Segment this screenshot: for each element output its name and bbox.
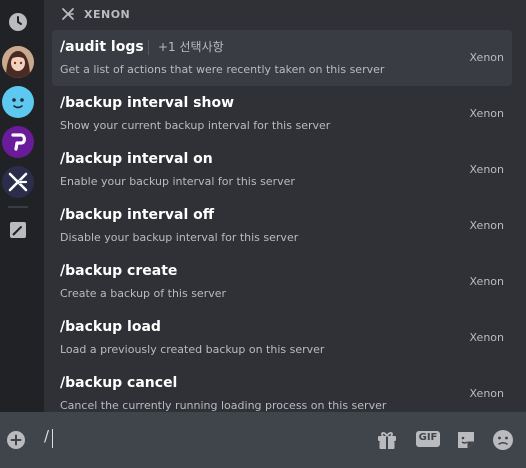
command-name: /backup cancel <box>60 375 178 391</box>
add-attachment-plus-icon[interactable] <box>6 430 26 450</box>
command-name: /backup interval on <box>60 151 213 167</box>
command-item-backup-cancel[interactable]: /backup cancel Cancel the currently runn… <box>52 366 512 412</box>
bot-name-label: XENON <box>84 7 131 21</box>
command-description: Load a previously created backup on this… <box>60 343 325 356</box>
command-bot-name: Xenon <box>469 219 504 232</box>
command-name: /backup create <box>60 263 178 279</box>
emoji-icon[interactable] <box>491 428 515 452</box>
server-avatar-smiley[interactable] <box>2 86 34 118</box>
command-bot-name: Xenon <box>469 331 504 344</box>
command-bot-name: Xenon <box>469 51 504 64</box>
xenon-small-icon <box>60 6 76 22</box>
server-avatar-anime[interactable] <box>2 46 34 78</box>
command-autocomplete-panel: XENON /audit logs +1 선택사항 Get a list of … <box>44 0 526 412</box>
message-input[interactable]: / <box>44 427 49 445</box>
message-input-bar <box>0 412 526 468</box>
command-description: Enable your backup interval for this ser… <box>60 175 295 188</box>
rail-separator <box>8 206 28 208</box>
command-category-rail <box>0 0 44 412</box>
gif-label: GIF <box>418 432 438 443</box>
command-description: Disable your backup interval for this se… <box>60 231 299 244</box>
command-name: /backup interval off <box>60 207 215 223</box>
command-description: Cancel the currently running loading pro… <box>60 399 387 412</box>
command-name: /audit logs <box>60 39 144 55</box>
gift-icon[interactable] <box>376 429 398 451</box>
server-avatar-p-logo[interactable] <box>2 126 34 158</box>
command-item-backup-interval-show[interactable]: /backup interval show Show your current … <box>52 86 512 142</box>
gif-button[interactable]: GIF <box>415 429 441 449</box>
command-item-backup-create[interactable]: /backup create Create a backup of this s… <box>52 254 512 310</box>
command-description: Create a backup of this server <box>60 287 227 300</box>
command-name: /backup interval show <box>60 95 235 111</box>
command-item-backup-interval-on[interactable]: /backup interval on Enable your backup i… <box>52 142 512 198</box>
command-item-backup-load[interactable]: /backup load Load a previously created b… <box>52 310 512 366</box>
command-bot-name: Xenon <box>469 387 504 400</box>
command-optional-count: +1 선택사항 <box>148 40 224 55</box>
text-caret <box>52 429 53 448</box>
command-description: Get a list of actions that were recently… <box>60 63 385 76</box>
recent-clock-icon[interactable] <box>2 6 34 38</box>
command-item-backup-interval-off[interactable]: /backup interval off Disable your backup… <box>52 198 512 254</box>
bot-section-header: XENON <box>44 0 526 28</box>
sticker-icon[interactable] <box>455 429 477 451</box>
command-description: Show your current backup interval for th… <box>60 119 331 132</box>
command-item-audit-logs[interactable]: /audit logs +1 선택사항 Get a list of action… <box>52 30 512 86</box>
xenon-logo-icon[interactable] <box>2 166 34 198</box>
command-bot-name: Xenon <box>469 163 504 176</box>
command-name: /backup load <box>60 319 161 335</box>
pencil-icon[interactable] <box>2 214 34 246</box>
command-bot-name: Xenon <box>469 275 504 288</box>
command-bot-name: Xenon <box>469 107 504 120</box>
